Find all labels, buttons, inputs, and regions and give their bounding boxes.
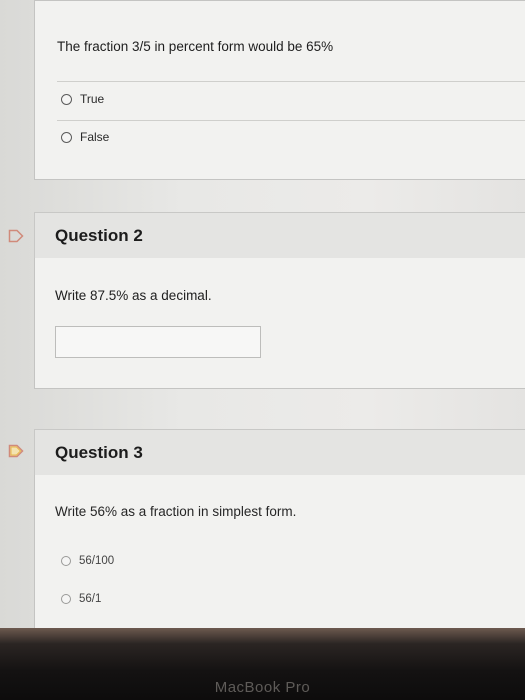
laptop-brand-label: MacBook Pro — [214, 679, 311, 696]
divider — [57, 120, 525, 121]
question-2-text: Write 87.5% as a decimal. — [55, 288, 212, 303]
question-3-card: Write 56% as a fraction in simplest form… — [34, 475, 525, 628]
radio-button[interactable] — [61, 131, 72, 143]
radio-button[interactable] — [61, 556, 71, 566]
option-label: False — [80, 130, 110, 144]
option-label: 56/100 — [79, 555, 115, 567]
divider — [57, 81, 525, 82]
question-1-card: The fraction 3/5 in percent form would b… — [34, 0, 525, 180]
question-3-option-2[interactable]: 56/1 — [61, 593, 101, 605]
radio-button[interactable] — [61, 93, 72, 105]
option-label: True — [80, 92, 105, 106]
answer-input[interactable] — [55, 326, 261, 358]
question-2-card: Write 87.5% as a decimal. — [34, 258, 525, 389]
option-label: 56/1 — [79, 593, 102, 605]
question-2-title: Question 2 — [55, 226, 143, 245]
flag-question-icon[interactable] — [8, 229, 24, 243]
question-2-header: Question 2 — [34, 212, 525, 260]
question-3-text: Write 56% as a fraction in simplest form… — [55, 504, 297, 519]
question-1-option-false[interactable]: False — [61, 130, 109, 144]
question-1-text: The fraction 3/5 in percent form would b… — [57, 39, 334, 54]
radio-button[interactable] — [61, 594, 71, 604]
question-3-option-1[interactable]: 56/100 — [61, 555, 114, 567]
question-3-header: Question 3 — [34, 429, 525, 477]
flag-question-icon[interactable] — [8, 444, 24, 458]
question-1-option-true[interactable]: True — [61, 92, 104, 106]
quiz-page: The fraction 3/5 in percent form would b… — [0, 0, 525, 628]
question-3-title: Question 3 — [55, 443, 143, 462]
